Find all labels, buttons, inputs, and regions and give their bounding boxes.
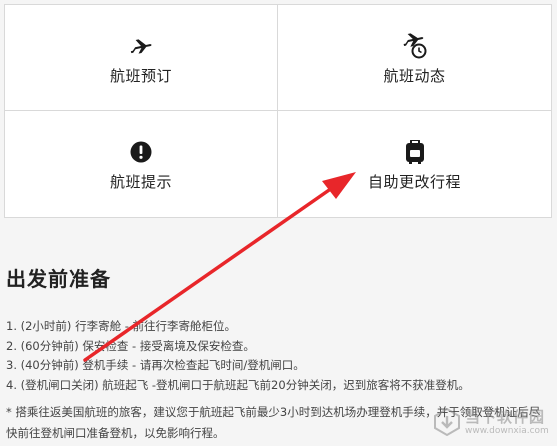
step-item: 4. (登机闸口关闭) 航班起飞 -登机闸口于航班起飞前20分钟关闭，迟到旅客将… [6, 377, 470, 392]
tile-label: 航班动态 [383, 67, 446, 85]
tile-label: 航班预订 [109, 67, 172, 85]
tile-label: 自助更改行程 [367, 173, 461, 191]
step-item: 2. (60分钟前) 保安检查 - 接受离境及保安检查。 [6, 338, 255, 353]
step-item: 3. (40分钟前) 登机手续 - 请再次检查起飞时间/登机闸口。 [6, 358, 305, 372]
watermark-url: www.downxia.com [465, 426, 549, 436]
tile-change-itinerary[interactable]: 自助更改行程 [278, 111, 551, 217]
watermark-name: 当下软件园 [465, 408, 546, 426]
flight-status-icon [401, 33, 429, 59]
tile-flight-tips[interactable]: 航班提示 [5, 111, 278, 217]
service-grid: 航班预订 航班动态 航班提示 自助更改行程 [4, 4, 552, 218]
watermark-logo-icon [434, 408, 460, 436]
plane-icon [127, 33, 155, 59]
tile-label: 航班提示 [109, 173, 172, 191]
tile-flight-status[interactable]: 航班动态 [278, 5, 551, 111]
page: 航班预订 航班动态 航班提示 自助更改行程 出发前准备 1. (2小时前) 行李… [0, 0, 557, 446]
step-list: 1. (2小时前) 行李寄舱 - 前往行李寄舱柜位。 2. (60分钟前) 保安… [6, 317, 470, 395]
tile-flight-booking[interactable]: 航班预订 [5, 5, 278, 111]
step-item: 1. (2小时前) 行李寄舱 - 前往行李寄舱柜位。 [6, 319, 237, 333]
alert-icon [127, 139, 155, 165]
section-title: 出发前准备 [6, 267, 111, 291]
luggage-icon [401, 139, 429, 165]
site-watermark: 当下软件园 www.downxia.com [433, 406, 551, 440]
